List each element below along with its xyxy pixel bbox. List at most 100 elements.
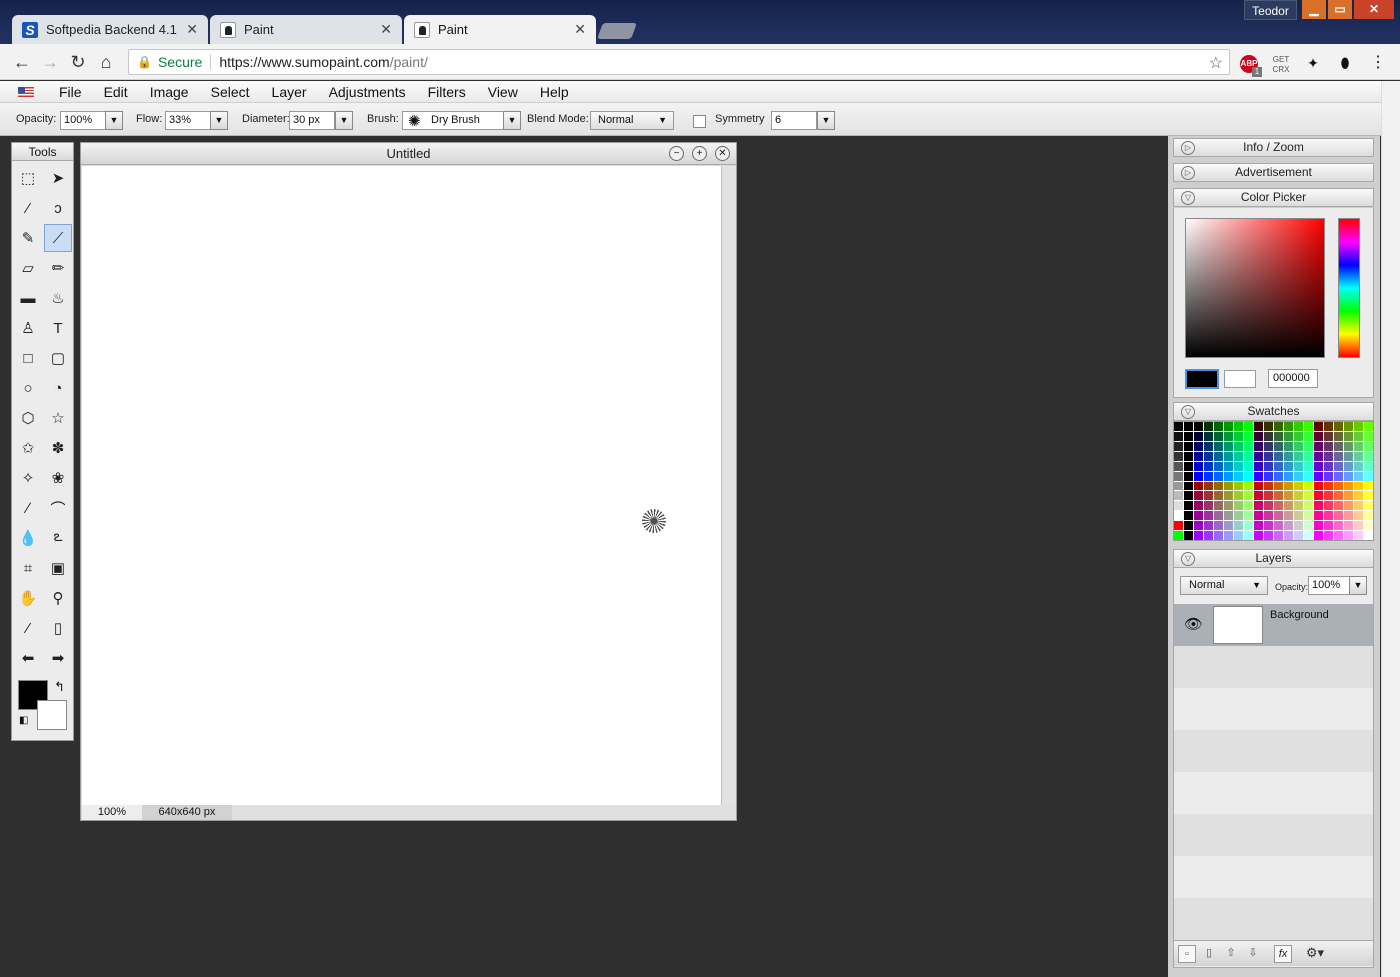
picker-background-swatch[interactable] <box>1224 370 1256 388</box>
menu-file[interactable]: File <box>48 84 93 100</box>
swatch-cell[interactable] <box>1264 422 1273 431</box>
swatch-cell[interactable] <box>1264 481 1273 491</box>
swatch-cell[interactable] <box>1304 461 1313 471</box>
swatch-cell[interactable] <box>1174 422 1183 431</box>
swatch-cell[interactable] <box>1244 501 1253 511</box>
browser-menu-icon[interactable]: ⋮ <box>1370 52 1386 72</box>
swatch-cell[interactable] <box>1324 481 1333 491</box>
swatch-cell[interactable] <box>1344 431 1353 441</box>
swatch-cell[interactable] <box>1354 451 1363 461</box>
swatch-cell[interactable] <box>1204 451 1213 461</box>
swatch-cell[interactable] <box>1364 461 1373 471</box>
blur-tool-icon[interactable]: 💧 <box>14 524 42 552</box>
swatch-cell[interactable] <box>1244 422 1253 431</box>
symmetry-input[interactable]: 6 <box>771 111 817 130</box>
swatch-cell[interactable] <box>1314 441 1323 451</box>
maximize-icon[interactable]: + <box>692 146 707 161</box>
swatch-cell[interactable] <box>1294 422 1303 431</box>
polygon-tool-icon[interactable]: ⬡ <box>14 404 42 432</box>
swatch-cell[interactable] <box>1364 431 1373 441</box>
stamp-tool-icon[interactable]: ♙ <box>14 314 42 342</box>
swatch-cell[interactable] <box>1194 471 1203 481</box>
swatch-cell[interactable] <box>1324 441 1333 451</box>
swatch-cell[interactable] <box>1234 511 1243 521</box>
layer-settings-gear-icon[interactable]: ⚙▾ <box>1296 945 1334 963</box>
info-zoom-panel-header[interactable]: ▷ Info / Zoom <box>1173 138 1374 157</box>
swatch-cell[interactable] <box>1194 431 1203 441</box>
swatch-cell[interactable] <box>1314 471 1323 481</box>
swatch-cell[interactable] <box>1324 461 1333 471</box>
swatch-cell[interactable] <box>1284 431 1293 441</box>
swap-colors-icon[interactable]: ↰ <box>54 679 65 695</box>
swatch-cell[interactable] <box>1324 511 1333 521</box>
brush-tool-icon[interactable]: ✎ <box>14 224 42 252</box>
swatch-cell[interactable] <box>1244 431 1253 441</box>
swatch-cell[interactable] <box>1284 481 1293 491</box>
swatch-cell[interactable] <box>1184 521 1193 531</box>
swatch-cell[interactable] <box>1294 501 1303 511</box>
swatch-cell[interactable] <box>1344 471 1353 481</box>
default-colors-icon[interactable]: ◧ <box>19 715 28 726</box>
swatch-cell[interactable] <box>1364 471 1373 481</box>
swatch-cell[interactable] <box>1224 491 1233 501</box>
swatch-cell[interactable] <box>1194 481 1203 491</box>
swatch-cell[interactable] <box>1234 431 1243 441</box>
layer-effects-icon[interactable]: fx <box>1274 945 1292 963</box>
address-bar[interactable]: 🔒 Secure https://www.sumopaint.com/paint… <box>128 49 1230 75</box>
saturation-picker[interactable] <box>1185 218 1325 358</box>
swatch-cell[interactable] <box>1194 511 1203 521</box>
maximize-icon[interactable]: ▭ <box>1328 0 1352 19</box>
swatch-cell[interactable] <box>1364 501 1373 511</box>
swatch-cell[interactable] <box>1194 441 1203 451</box>
eye-icon[interactable]: 👁 <box>1184 615 1203 633</box>
layers-panel-header[interactable]: ▽ Layers <box>1173 549 1374 568</box>
swatch-cell[interactable] <box>1254 521 1263 531</box>
tab-paint-2[interactable]: Paint ✕ <box>404 15 596 44</box>
swatch-cell[interactable] <box>1264 521 1273 531</box>
swatch-cell[interactable] <box>1254 471 1263 481</box>
swatch-cell[interactable] <box>1224 531 1233 540</box>
swatch-cell[interactable] <box>1234 501 1243 511</box>
page-scrollbar[interactable] <box>1381 81 1400 977</box>
swatch-cell[interactable] <box>1174 491 1183 501</box>
swatch-cell[interactable] <box>1284 531 1293 540</box>
swatch-cell[interactable] <box>1264 471 1273 481</box>
swatch-cell[interactable] <box>1354 441 1363 451</box>
swatch-cell[interactable] <box>1244 521 1253 531</box>
diameter-input[interactable]: 30 px <box>289 111 335 130</box>
gear-shape-tool-icon[interactable]: ✽ <box>44 434 72 462</box>
swatch-cell[interactable] <box>1224 521 1233 531</box>
swatch-cell[interactable] <box>1214 481 1223 491</box>
swatch-cell[interactable] <box>1354 511 1363 521</box>
pie-tool-icon[interactable]: ◔ <box>44 374 72 402</box>
swatch-cell[interactable] <box>1174 431 1183 441</box>
swatch-cell[interactable] <box>1264 441 1273 451</box>
swatch-cell[interactable] <box>1184 491 1193 501</box>
swatch-cell[interactable] <box>1354 531 1363 540</box>
swatch-cell[interactable] <box>1354 471 1363 481</box>
swatch-cell[interactable] <box>1344 501 1353 511</box>
swatch-cell[interactable] <box>1204 511 1213 521</box>
swatch-cell[interactable] <box>1294 531 1303 540</box>
swatch-cell[interactable] <box>1334 481 1343 491</box>
swatch-cell[interactable] <box>1284 501 1293 511</box>
swatch-cell[interactable] <box>1214 461 1223 471</box>
blob-tool-icon[interactable]: ✧ <box>14 464 42 492</box>
trash-tool-icon[interactable]: ▯ <box>44 614 72 642</box>
swatch-cell[interactable] <box>1294 461 1303 471</box>
swatch-cell[interactable] <box>1274 511 1283 521</box>
swatch-cell[interactable] <box>1314 501 1323 511</box>
layer-blend-select[interactable]: Normal ▼ <box>1180 576 1268 595</box>
swatch-cell[interactable] <box>1204 441 1213 451</box>
swatch-cell[interactable] <box>1224 471 1233 481</box>
swatch-cell[interactable] <box>1274 422 1283 431</box>
swatch-cell[interactable] <box>1184 431 1193 441</box>
swatch-cell[interactable] <box>1174 481 1183 491</box>
swatch-cell[interactable] <box>1274 481 1283 491</box>
flow-input[interactable]: 33% <box>165 111 211 130</box>
swatch-cell[interactable] <box>1334 422 1343 431</box>
tab-paint-1[interactable]: Paint ✕ <box>210 15 402 44</box>
rect-select-tool-icon[interactable]: ⬚ <box>14 164 42 192</box>
swatch-cell[interactable] <box>1174 501 1183 511</box>
chevron-down-icon[interactable]: ▼ <box>210 111 228 130</box>
